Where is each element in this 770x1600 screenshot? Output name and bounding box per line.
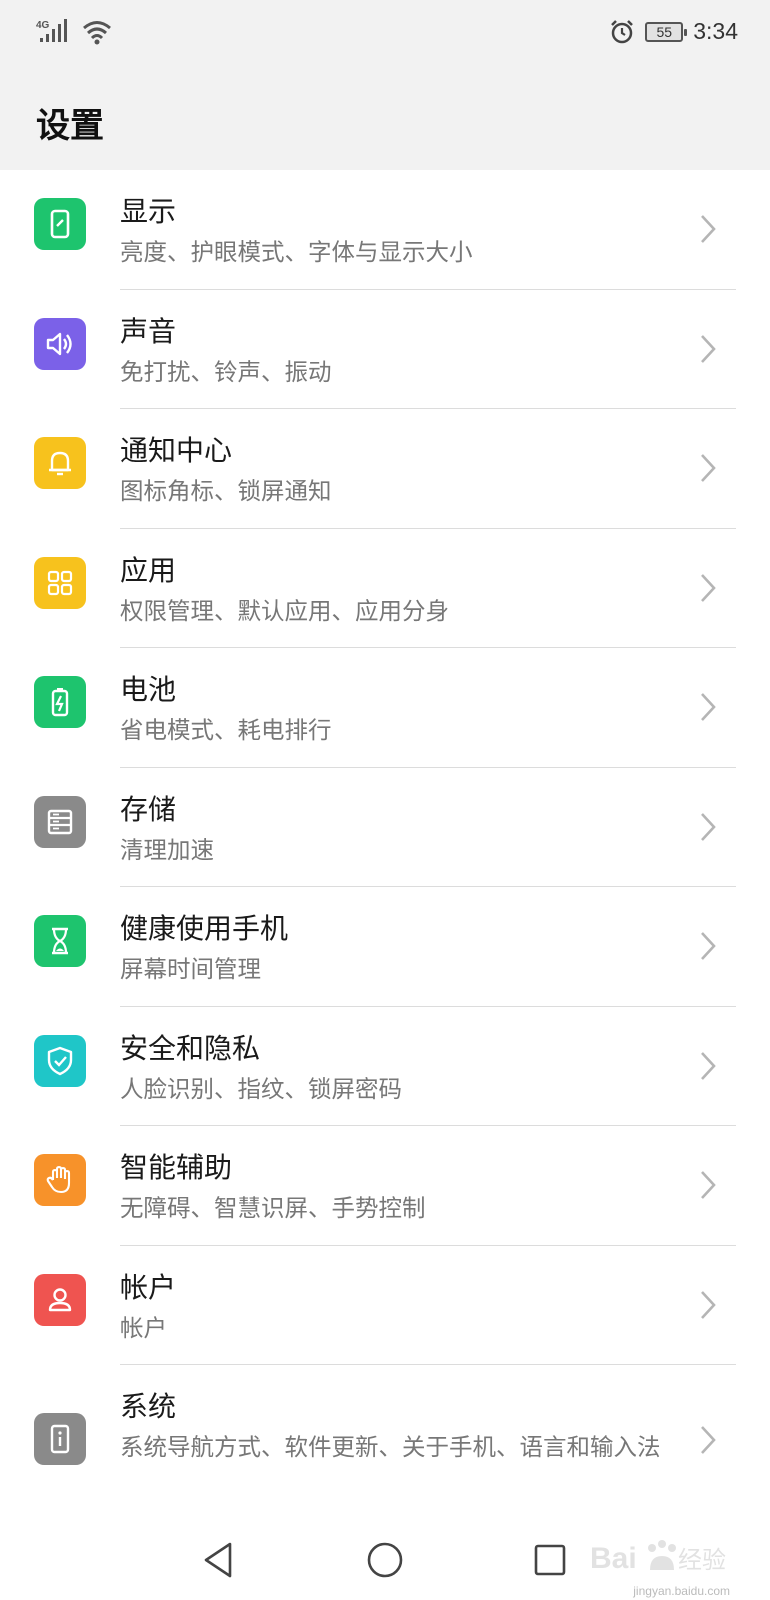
settings-item-display[interactable]: 显示 亮度、护眼模式、字体与显示大小 — [0, 170, 770, 290]
settings-item-subtitle: 清理加速 — [120, 835, 214, 864]
battery-icon — [34, 676, 86, 728]
settings-item-title: 安全和隐私 — [120, 1031, 261, 1065]
chevron-right-icon — [701, 215, 716, 243]
header: 设置 — [0, 70, 770, 170]
watermark-text: jingyan.baidu.com — [633, 1584, 730, 1598]
chevron-right-icon — [701, 932, 716, 960]
settings-item-title: 帐户 — [120, 1270, 177, 1304]
navigation-bar: Bai 经验 jingyan.baidu.com — [0, 1520, 770, 1600]
svg-text:Bai: Bai — [590, 1542, 637, 1575]
network-type: 4G — [36, 20, 50, 31]
chevron-right-icon — [701, 812, 716, 841]
settings-item-notifications[interactable]: 通知中心 图标角标、锁屏通知 — [0, 409, 770, 529]
hourglass-icon — [34, 915, 86, 967]
chevron-right-icon — [701, 334, 716, 363]
settings-item-subtitle: 省电模式、耗电排行 — [120, 716, 332, 744]
settings-item-storage[interactable]: 存储 清理加速 — [0, 768, 770, 887]
settings-item-title: 声音 — [120, 314, 177, 348]
chevron-right-icon — [701, 573, 716, 602]
settings-item-subtitle: 系统导航方式、软件更新、关于手机、语言和输入法 — [120, 1433, 661, 1461]
bell-icon — [34, 437, 86, 489]
svg-text:经验: 经验 — [678, 1547, 726, 1574]
settings-item-subtitle: 图标角标、锁屏通知 — [120, 477, 332, 505]
back-icon — [204, 1542, 232, 1578]
settings-item-subtitle: 亮度、护眼模式、字体与显示大小 — [120, 238, 473, 266]
phone-info-icon — [34, 1413, 86, 1465]
back-button[interactable] — [196, 1538, 240, 1582]
battery-level: 55 — [656, 23, 673, 40]
speaker-icon — [34, 317, 86, 370]
settings-item-smart-assist[interactable]: 智能辅助 无障碍、智慧识屏、手势控制 — [0, 1126, 770, 1246]
settings-item-system[interactable]: 系统 系统导航方式、软件更新、关于手机、语言和输入法 — [0, 1365, 770, 1515]
settings-item-title: 应用 — [120, 553, 177, 587]
person-icon — [34, 1273, 86, 1326]
hand-icon — [34, 1154, 86, 1206]
shield-icon — [34, 1034, 86, 1087]
chevron-right-icon — [701, 1171, 716, 1199]
status-bar: 4G 55 3:34 — [0, 0, 770, 70]
signal-icon: 4G — [36, 19, 67, 42]
settings-item-battery[interactable]: 电池 省电模式、耗电排行 — [0, 648, 770, 768]
alarm-icon — [611, 19, 634, 43]
settings-item-title: 电池 — [120, 673, 177, 706]
settings-list: 显示 亮度、护眼模式、字体与显示大小 声音 免打扰、铃声、振动 通知中心 图标角… — [0, 170, 770, 1515]
chevron-right-icon — [701, 693, 716, 721]
page-title: 设置 — [36, 106, 104, 146]
status-right: 55 3:34 — [609, 18, 738, 45]
status-left: 4G — [36, 18, 112, 46]
home-button[interactable] — [363, 1538, 407, 1582]
settings-item-security[interactable]: 安全和隐私 人脸识别、指纹、锁屏密码 — [0, 1007, 770, 1126]
settings-item-title: 通知中心 — [120, 434, 233, 467]
apps-grid-icon — [34, 556, 86, 609]
battery-indicator: 55 — [645, 21, 688, 42]
settings-item-apps[interactable]: 应用 权限管理、默认应用、应用分身 — [0, 529, 770, 648]
clock: 3:34 — [693, 18, 738, 44]
settings-item-subtitle: 无障碍、智慧识屏、手势控制 — [120, 1194, 426, 1222]
settings-item-title: 健康使用手机 — [120, 912, 289, 945]
display-icon — [34, 198, 86, 250]
recents-button[interactable] — [528, 1538, 572, 1582]
settings-item-subtitle: 权限管理、默认应用、应用分身 — [120, 596, 449, 625]
baidu-watermark-logo: Bai 经验 — [590, 1540, 726, 1575]
settings-item-digital-balance[interactable]: 健康使用手机 屏幕时间管理 — [0, 887, 770, 1007]
settings-item-accounts[interactable]: 帐户 帐户 — [0, 1246, 770, 1365]
chevron-right-icon — [701, 454, 716, 482]
settings-item-title: 系统 — [120, 1390, 177, 1423]
chevron-right-icon — [701, 1051, 716, 1080]
recents-icon — [534, 1544, 566, 1576]
settings-item-title: 显示 — [120, 195, 177, 228]
settings-item-subtitle: 屏幕时间管理 — [120, 955, 261, 983]
settings-item-title: 存储 — [120, 792, 177, 826]
chevron-right-icon — [701, 1290, 716, 1319]
wifi-icon — [83, 21, 111, 45]
settings-item-subtitle: 帐户 — [120, 1313, 167, 1342]
settings-item-sound[interactable]: 声音 免打扰、铃声、振动 — [0, 290, 770, 409]
settings-item-subtitle: 人脸识别、指纹、锁屏密码 — [120, 1074, 402, 1103]
chevron-right-icon — [701, 1426, 716, 1454]
settings-item-title: 智能辅助 — [120, 1151, 233, 1184]
storage-icon — [34, 795, 86, 848]
settings-item-subtitle: 免打扰、铃声、振动 — [120, 357, 332, 386]
home-icon — [367, 1542, 403, 1578]
